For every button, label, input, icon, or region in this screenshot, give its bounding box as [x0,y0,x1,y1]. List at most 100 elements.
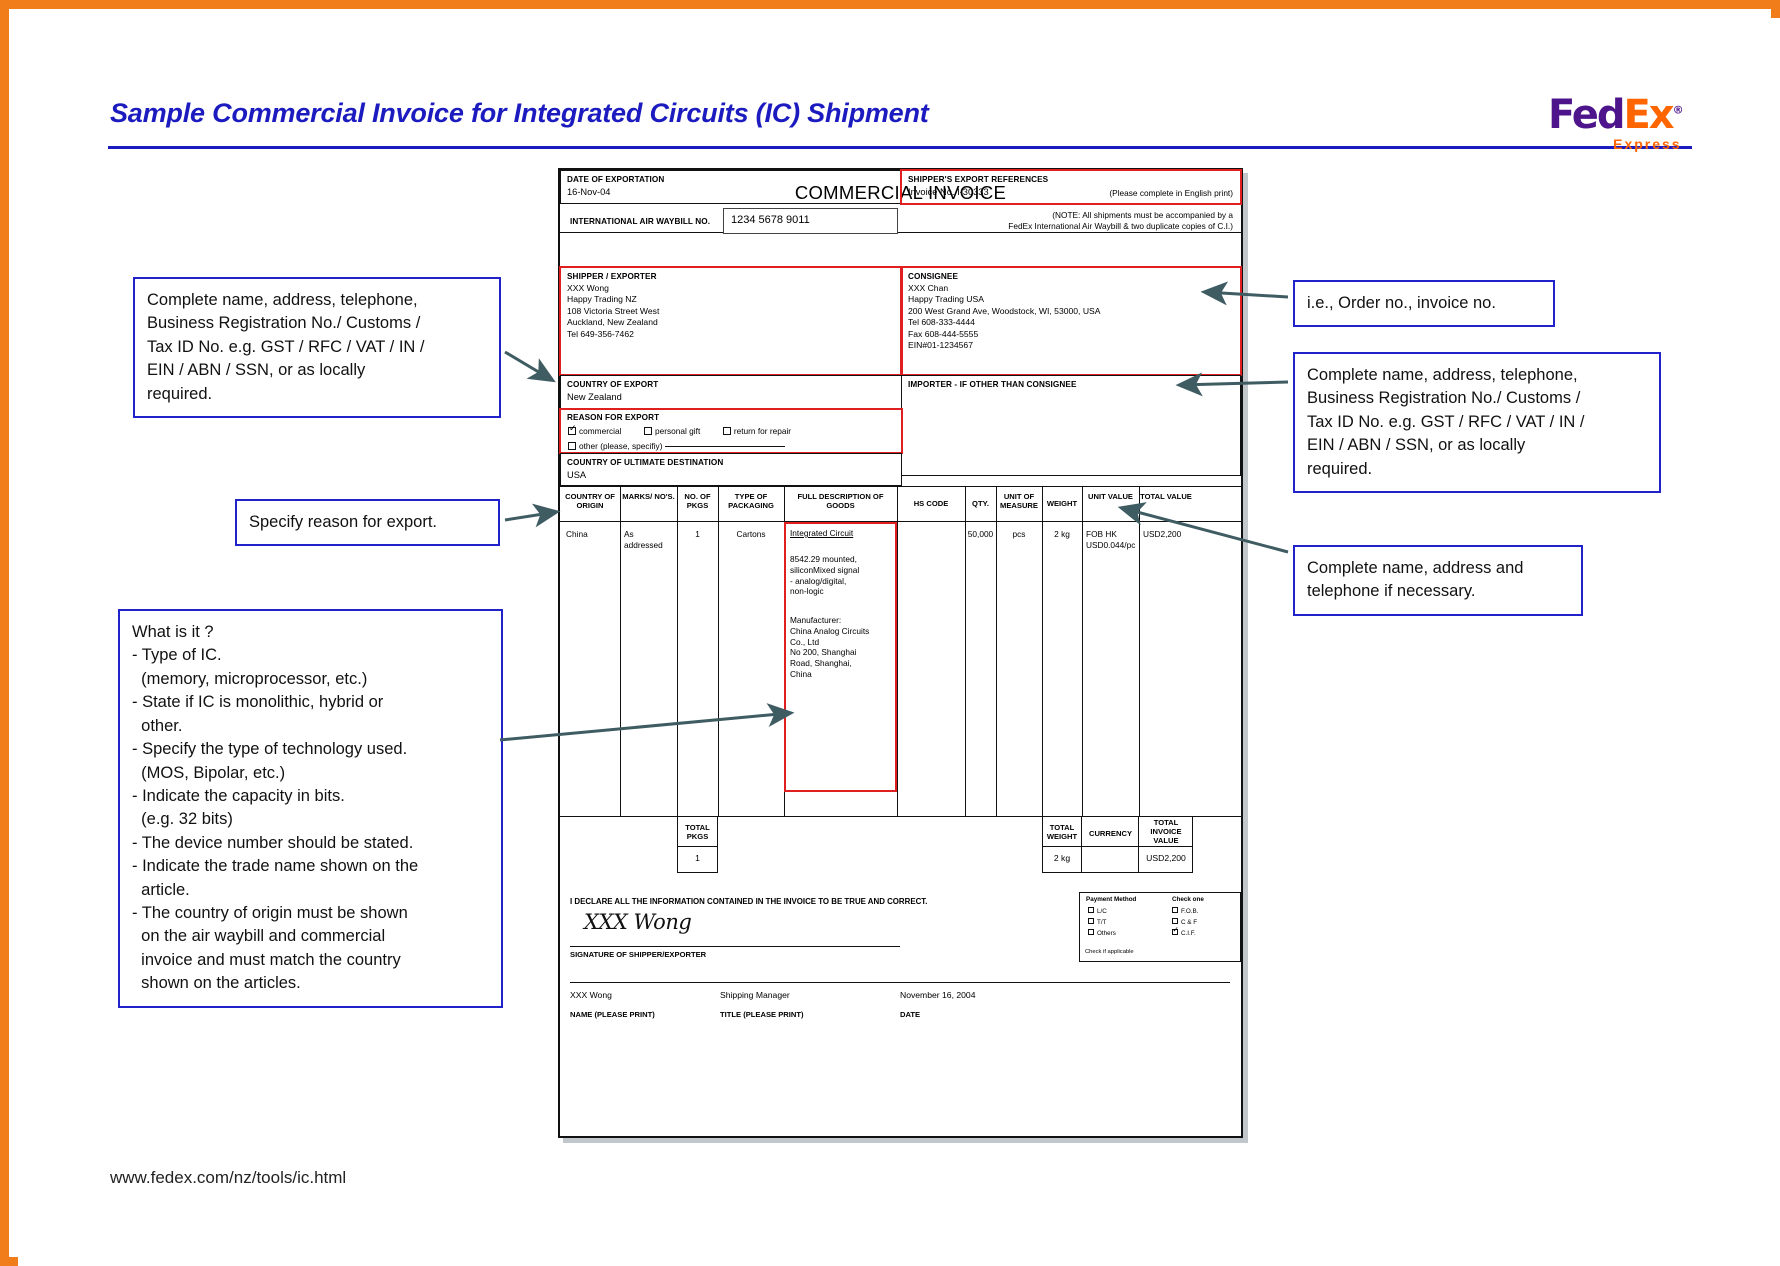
col-header-weight: WEIGHT [1046,499,1078,508]
signature-label: SIGNATURE OF SHIPPER/EXPORTER [570,950,707,959]
term-option-fob[interactable]: F.O.B. [1172,907,1199,915]
callout-importer-note: Complete name, address and telephone if … [1293,545,1583,616]
term-option-label: C.I.F. [1181,930,1196,937]
checkbox-icon[interactable] [1088,918,1094,924]
shipper-line: XXX Wong [567,283,609,293]
shipper-label: SHIPPER / EXPORTER [567,272,657,281]
cell-qty[interactable]: 50,000 [965,529,996,540]
checkbox-icon[interactable] [1088,929,1094,935]
footer-date-label: DATE [900,1010,921,1019]
callout-shipper-text: Complete name, address, telephone, Busin… [147,291,425,403]
checkbox-checked-icon[interactable] [568,424,577,435]
col-header-qty: QTY. [972,499,989,508]
total-pkgs-value[interactable]: 1 [677,853,718,863]
export-references-value[interactable]: Invoice No. I-30333 [908,187,989,199]
checkbox-icon[interactable] [722,427,731,435]
cell-unit-value[interactable]: FOB HK USD0.044/pc [1086,529,1135,551]
footer-name-value[interactable]: XXX Wong [570,990,612,1000]
payment-option-label: L/C [1097,908,1107,915]
shipper-line: Happy Trading NZ [567,294,637,305]
consignee-line: XXX Chan [908,283,949,293]
callout-importer-text: Complete name, address and telephone if … [1307,559,1524,601]
shipper-exporter-cell: SHIPPER / EXPORTER XXX Wong Happy Tradin… [559,266,903,376]
total-weight-label: TOTAL WEIGHT [1046,823,1078,842]
checkbox-icon[interactable] [1088,907,1094,913]
checkbox-icon[interactable] [568,442,576,450]
payment-option-tt[interactable]: T/T [1088,918,1106,926]
checkbox-checked-icon[interactable] [1172,926,1179,935]
payment-footnote: Check if applicable [1085,949,1134,955]
cell-no-of-pkgs[interactable]: 1 [677,529,718,540]
total-invoice-value-label: TOTAL INVOICE VALUE [1150,818,1182,846]
callout-reason-text: Specify reason for export. [249,513,438,531]
country-of-export-value[interactable]: New Zealand [567,392,622,404]
fedex-logo-fed: Fed [1548,92,1625,138]
reason-other-input[interactable] [665,439,786,447]
awb-note-line2: FedEx International Air Waybill & two du… [1008,221,1233,232]
consignee-line: Fax 608-444-5555 [908,328,979,339]
date-of-exportation-value[interactable]: 16-Nov-04 [567,187,610,199]
signature-line [570,946,900,947]
export-references-cell: SHIPPER'S EXPORT REFERENCES Invoice No. … [900,169,1242,205]
term-option-label: F.O.B. [1181,908,1199,915]
currency-label: CURRENCY [1088,829,1133,838]
page-title: Sample Commercial Invoice for Integrated… [110,98,929,128]
col-header-total-value: TOTAL VALUE [1140,492,1192,501]
footer-title-label: TITLE (PLEASE PRINT) [720,1010,804,1019]
country-of-destination-label: COUNTRY OF ULTIMATE DESTINATION [567,458,724,467]
checkbox-icon[interactable] [644,427,653,435]
reason-option-label: other (please, specifiy) [579,441,663,451]
callout-refs-text: i.e., Order no., invoice no. [1307,294,1496,312]
consignee-address[interactable]: XXX Chan Happy Trading USA 200 West Gran… [908,283,1101,352]
consignee-line: Happy Trading USA [908,294,984,305]
cell-description-manufacturer[interactable]: Manufacturer: China Analog Circuits Co.,… [790,615,869,680]
country-of-destination-cell: COUNTRY OF ULTIMATE DESTINATION USA [560,453,902,486]
country-of-destination-value[interactable]: USA [567,470,586,482]
totals-band: TOTAL PKGS 1 TOTAL WEIGHT 2 kg CURRENCY … [560,816,1241,890]
reason-option-return-for-repair[interactable]: return for repair [722,426,791,436]
shipper-address[interactable]: XXX Wong Happy Trading NZ 108 Victoria S… [567,283,659,340]
awb-note: (NOTE: All shipments must be accompanied… [1008,210,1233,232]
checkbox-icon[interactable] [1172,918,1178,924]
country-of-export-label: COUNTRY OF EXPORT [567,380,659,389]
cell-marks-nos[interactable]: As addressed [624,529,663,551]
cell-total-value[interactable]: USD2,200 [1143,529,1181,540]
payment-option-lc[interactable]: L/C [1088,907,1107,915]
consignee-label: CONSIGNEE [908,272,959,281]
cell-description-specs[interactable]: 8542.29 mounted, siliconMixed signal - a… [790,554,859,597]
reason-option-label: personal gift [655,426,701,436]
fedex-logo: FedEx® Express [1548,92,1684,152]
consignee-line: 200 West Grand Ave, Woodstock, WI, 53000… [908,305,1101,316]
cell-type-of-packaging[interactable]: Cartons [718,529,784,540]
declaration-text: I DECLARE ALL THE INFORMATION CONTAINED … [570,897,928,906]
shipper-line: 108 Victoria Street West [567,305,660,316]
signature-image: XXX Wong [584,910,692,934]
payment-option-label: Others [1097,930,1116,937]
awb-note-line1: (NOTE: All shipments must be accompanied… [1052,210,1233,220]
footer-date-value[interactable]: November 16, 2004 [900,990,975,1000]
reason-options-row-1: commercial personal gift return for repa… [568,424,791,436]
footer-name-label: NAME (PLEASE PRINT) [570,1010,655,1019]
awb-number-field[interactable]: 1234 5678 9011 [723,208,898,234]
payment-method-title: Payment Method [1086,896,1137,903]
export-references-label: SHIPPER'S EXPORT REFERENCES [908,175,1049,184]
term-option-label: C & F [1181,919,1198,926]
reason-option-commercial[interactable]: commercial [568,424,621,436]
cell-weight[interactable]: 2 kg [1042,529,1082,540]
payment-option-label: T/T [1097,919,1107,926]
term-option-cif[interactable]: C.I.F. [1172,926,1196,937]
callout-goods-text: What is it ? - Type of IC. (memory, micr… [132,623,419,993]
cell-country-of-origin[interactable]: China [566,529,588,540]
reason-option-other[interactable]: other (please, specifiy) [568,441,662,451]
cell-unit-of-measure[interactable]: pcs [996,529,1042,540]
total-weight-value[interactable]: 2 kg [1042,853,1082,863]
footer-title-value[interactable]: Shipping Manager [720,990,790,1000]
checkbox-icon[interactable] [1172,907,1178,913]
awb-label: INTERNATIONAL AIR WAYBILL NO. [570,217,711,226]
total-invoice-value[interactable]: USD2,200 [1139,853,1193,863]
reason-option-personal-gift[interactable]: personal gift [644,426,700,436]
importer-label: IMPORTER - IF OTHER THAN CONSIGNEE [908,380,1077,389]
cell-description-title[interactable]: Integrated Circuit [790,528,853,539]
shipper-line: Tel 649-356-7462 [567,328,634,339]
payment-option-others[interactable]: Others [1088,929,1116,937]
